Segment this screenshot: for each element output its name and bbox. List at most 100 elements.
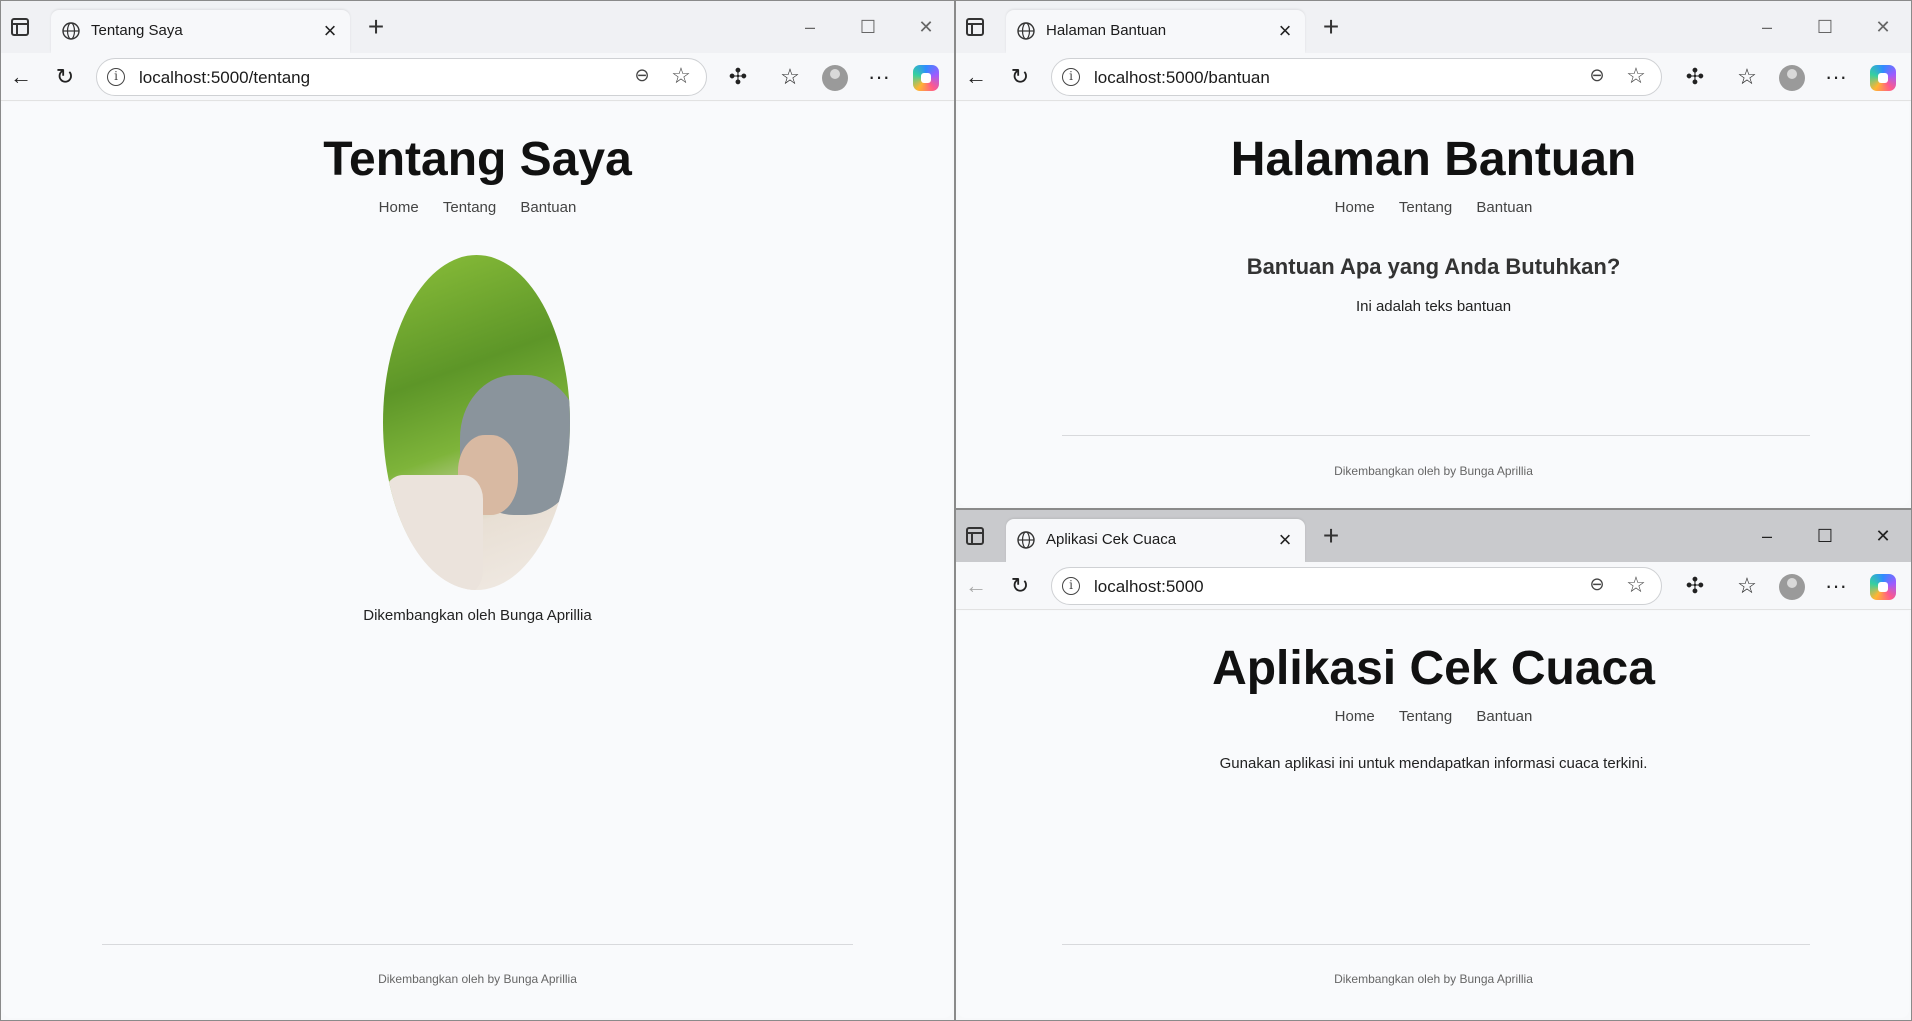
page-title: Aplikasi Cek Cuaca bbox=[1212, 642, 1655, 695]
globe-icon bbox=[62, 22, 80, 40]
star-icon[interactable]: ☆ bbox=[1623, 572, 1649, 598]
star-icon[interactable]: ☆ bbox=[1623, 63, 1649, 89]
minimize-icon[interactable]: – bbox=[1753, 522, 1781, 550]
close-tab-icon[interactable]: × bbox=[1273, 19, 1297, 43]
tab-title: Tentang Saya bbox=[91, 22, 183, 39]
back-arrow-icon[interactable]: ← bbox=[962, 572, 990, 600]
more-icon[interactable]: ··· bbox=[1822, 572, 1850, 600]
footer-divider bbox=[1062, 435, 1810, 436]
browser-window-bantuan: Halaman Bantuan × + – ☐ ✕ ← ↻ i localhos… bbox=[955, 0, 1912, 509]
nav-bantuan-link[interactable]: Bantuan bbox=[1476, 199, 1532, 216]
address-bar[interactable]: i localhost:5000 ⊖ ☆ bbox=[1051, 567, 1662, 605]
page-title: Tentang Saya bbox=[323, 133, 632, 186]
sidebar-toggle-icon[interactable] bbox=[966, 18, 984, 36]
more-icon[interactable]: ··· bbox=[1822, 63, 1850, 91]
tab-bar: Aplikasi Cek Cuaca × + – ☐ ✕ bbox=[956, 510, 1911, 562]
maximize-icon[interactable]: ☐ bbox=[1811, 522, 1839, 550]
maximize-icon[interactable]: ☐ bbox=[1811, 13, 1839, 41]
page-content: Tentang Saya Home Tentang Bantuan Dikemb… bbox=[3, 102, 952, 1018]
sidebar-toggle-icon[interactable] bbox=[966, 527, 984, 545]
copilot-icon[interactable] bbox=[1870, 65, 1896, 91]
tab-tentang-saya[interactable]: Tentang Saya × bbox=[51, 10, 350, 53]
nav-home-link[interactable]: Home bbox=[379, 199, 419, 216]
profile-icon[interactable] bbox=[1779, 574, 1805, 600]
footer-text: Dikembangkan oleh by Bunga Aprillia bbox=[1334, 464, 1533, 478]
nav-menu: Home Tentang Bantuan bbox=[3, 199, 952, 216]
new-tab-button[interactable]: + bbox=[1316, 13, 1346, 43]
browser-toolbar: ← ↻ i localhost:5000 ⊖ ☆ ✣ ☆ ··· bbox=[956, 562, 1911, 610]
help-body-text: Ini adalah teks bantuan bbox=[1355, 298, 1512, 315]
tab-bar: Tentang Saya × + – ☐ ✕ bbox=[1, 1, 954, 53]
nav-tentang-link[interactable]: Tentang bbox=[1399, 199, 1452, 216]
puzzle-icon[interactable]: ✣ bbox=[1681, 572, 1709, 600]
zoom-out-icon[interactable]: ⊖ bbox=[630, 65, 654, 89]
minimize-icon[interactable]: – bbox=[1753, 13, 1781, 41]
zoom-out-icon[interactable]: ⊖ bbox=[1585, 65, 1609, 89]
info-icon[interactable]: i bbox=[107, 68, 125, 86]
maximize-icon[interactable]: ☐ bbox=[854, 13, 882, 41]
new-tab-button[interactable]: + bbox=[361, 13, 391, 43]
close-tab-icon[interactable]: × bbox=[1273, 528, 1297, 552]
nav-home-link[interactable]: Home bbox=[1335, 199, 1375, 216]
new-tab-button[interactable]: + bbox=[1316, 522, 1346, 552]
profile-icon[interactable] bbox=[1779, 65, 1805, 91]
help-subheading: Bantuan Apa yang Anda Butuhkan? bbox=[1246, 254, 1621, 279]
globe-icon bbox=[1017, 531, 1035, 549]
refresh-icon[interactable]: ↻ bbox=[1006, 572, 1034, 600]
puzzle-icon[interactable]: ✣ bbox=[724, 63, 752, 91]
nav-home-link[interactable]: Home bbox=[1335, 708, 1375, 725]
footer-text: Dikembangkan oleh by Bunga Aprillia bbox=[378, 972, 577, 986]
globe-icon bbox=[1017, 22, 1035, 40]
refresh-icon[interactable]: ↻ bbox=[51, 63, 79, 91]
refresh-icon[interactable]: ↻ bbox=[1006, 63, 1034, 91]
nav-tentang-link[interactable]: Tentang bbox=[443, 199, 496, 216]
tab-aplikasi-cek-cuaca[interactable]: Aplikasi Cek Cuaca × bbox=[1006, 519, 1305, 562]
close-window-icon[interactable]: ✕ bbox=[1869, 13, 1897, 41]
address-bar[interactable]: i localhost:5000/tentang ⊖ ☆ bbox=[96, 58, 707, 96]
more-icon[interactable]: ··· bbox=[865, 63, 893, 91]
star-icon[interactable]: ☆ bbox=[668, 63, 694, 89]
url-text[interactable]: localhost:5000/bantuan bbox=[1094, 68, 1270, 88]
nav-menu: Home Tentang Bantuan bbox=[958, 708, 1909, 725]
browser-window-tentang: Tentang Saya × + – ☐ ✕ ← ↻ i localhost:5… bbox=[0, 0, 955, 1021]
nav-tentang-link[interactable]: Tentang bbox=[1399, 708, 1452, 725]
info-icon[interactable]: i bbox=[1062, 68, 1080, 86]
close-tab-icon[interactable]: × bbox=[318, 19, 342, 43]
nav-bantuan-link[interactable]: Bantuan bbox=[1476, 708, 1532, 725]
footer-divider bbox=[1062, 944, 1810, 945]
profile-photo bbox=[383, 255, 570, 590]
tab-title: Halaman Bantuan bbox=[1046, 22, 1167, 39]
caption-text: Dikembangkan oleh Bunga Aprillia bbox=[363, 607, 592, 624]
url-text[interactable]: localhost:5000/tentang bbox=[139, 68, 310, 88]
profile-icon[interactable] bbox=[822, 65, 848, 91]
nav-bantuan-link[interactable]: Bantuan bbox=[520, 199, 576, 216]
back-arrow-icon[interactable]: ← bbox=[962, 63, 990, 91]
footer-divider bbox=[102, 944, 853, 945]
back-arrow-icon[interactable]: ← bbox=[7, 63, 35, 91]
intro-text: Gunakan aplikasi ini untuk mendapatkan i… bbox=[1219, 755, 1648, 772]
favorites-icon[interactable]: ☆ bbox=[776, 63, 804, 91]
page-content: Halaman Bantuan Home Tentang Bantuan Ban… bbox=[958, 102, 1909, 506]
info-icon[interactable]: i bbox=[1062, 577, 1080, 595]
sidebar-toggle-icon[interactable] bbox=[11, 18, 29, 36]
copilot-icon[interactable] bbox=[1870, 574, 1896, 600]
tab-bar: Halaman Bantuan × + – ☐ ✕ bbox=[956, 1, 1911, 53]
zoom-out-icon[interactable]: ⊖ bbox=[1585, 574, 1609, 598]
copilot-icon[interactable] bbox=[913, 65, 939, 91]
puzzle-icon[interactable]: ✣ bbox=[1681, 63, 1709, 91]
favorites-icon[interactable]: ☆ bbox=[1733, 572, 1761, 600]
browser-window-cek-cuaca: Aplikasi Cek Cuaca × + – ☐ ✕ ← ↻ i local… bbox=[955, 509, 1912, 1021]
address-bar[interactable]: i localhost:5000/bantuan ⊖ ☆ bbox=[1051, 58, 1662, 96]
minimize-icon[interactable]: – bbox=[796, 13, 824, 41]
tab-title: Aplikasi Cek Cuaca bbox=[1046, 531, 1177, 548]
page-content: Aplikasi Cek Cuaca Home Tentang Bantuan … bbox=[958, 611, 1909, 1018]
url-text[interactable]: localhost:5000 bbox=[1094, 577, 1204, 597]
footer-text: Dikembangkan oleh by Bunga Aprillia bbox=[1334, 972, 1533, 986]
browser-toolbar: ← ↻ i localhost:5000/tentang ⊖ ☆ ✣ ☆ ··· bbox=[1, 53, 954, 101]
favorites-icon[interactable]: ☆ bbox=[1733, 63, 1761, 91]
nav-menu: Home Tentang Bantuan bbox=[958, 199, 1909, 216]
page-title: Halaman Bantuan bbox=[1230, 133, 1637, 186]
close-window-icon[interactable]: ✕ bbox=[1869, 522, 1897, 550]
tab-halaman-bantuan[interactable]: Halaman Bantuan × bbox=[1006, 10, 1305, 53]
close-window-icon[interactable]: ✕ bbox=[912, 13, 940, 41]
